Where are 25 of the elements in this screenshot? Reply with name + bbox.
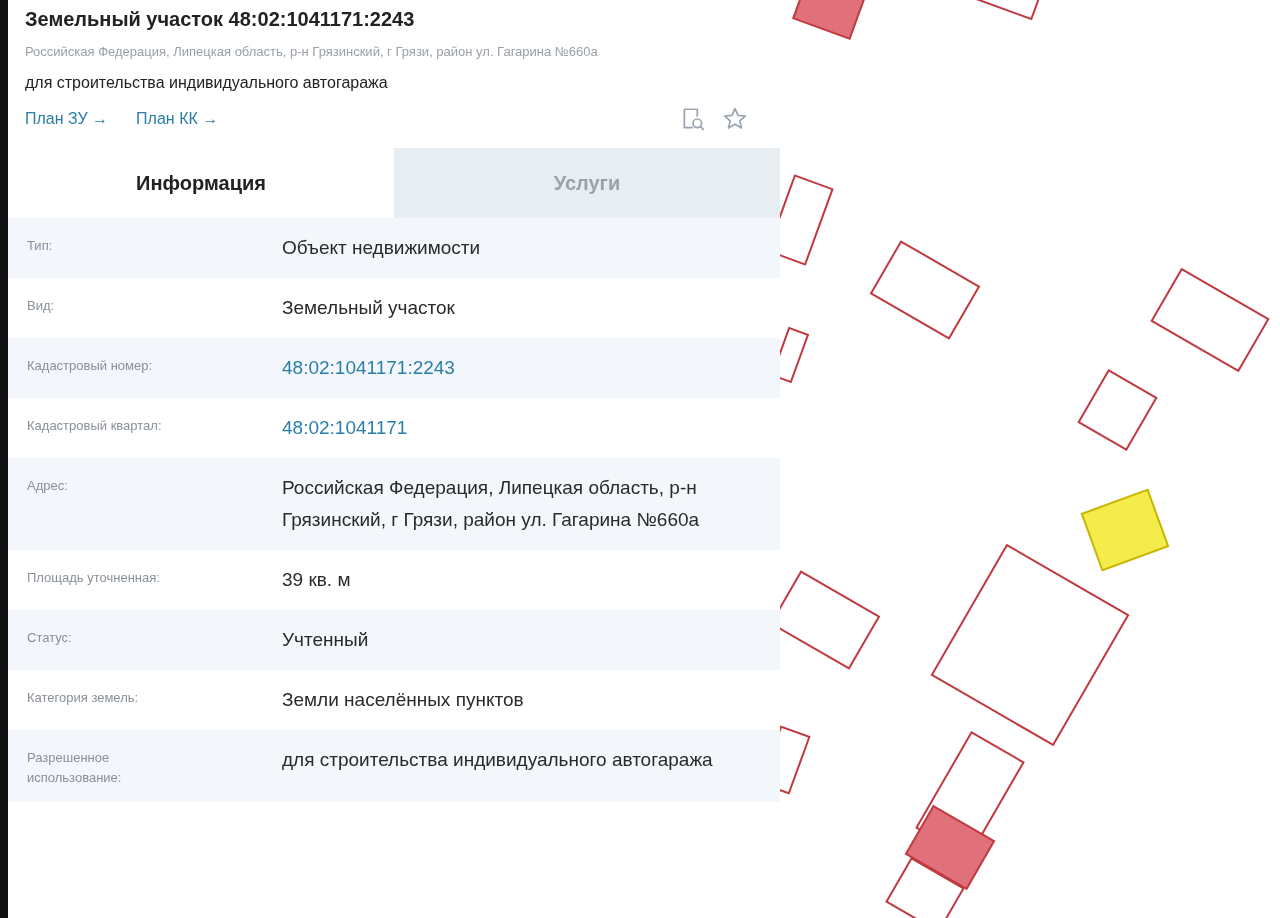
star-icon[interactable] — [722, 106, 748, 132]
field-label: Статус: — [27, 629, 73, 647]
field-label: Площадь уточненная: — [27, 569, 161, 587]
field-link[interactable]: 48:02:1041171 — [282, 412, 408, 444]
parcel-address: Российская Федерация, Липецкая область, р-н Грязинский, г Грязи, район ул. Гагарина №660а — [25, 43, 599, 60]
field-label: Кадастровый номер: — [27, 357, 154, 375]
field-value: 39 кв. м — [282, 568, 352, 592]
field-label: Адрес: — [27, 477, 69, 495]
field-label: Категория земель: — [27, 689, 140, 707]
field-label: Разрешенное использование: — [27, 749, 123, 787]
parcel-title: Земельный участок 48:02:1041171:2243 — [25, 8, 416, 31]
field-label: Вид: — [27, 297, 56, 315]
field-link[interactable]: 48:02:1041171:2243 — [282, 352, 455, 384]
field-value: для строительства индивидуального автогаража — [282, 748, 714, 772]
parcel-purpose: для строительства индивидуального автогаража — [25, 74, 389, 92]
field-value: Объект недвижимости — [282, 236, 482, 260]
field-label: Кадастровый квартал: — [27, 417, 163, 435]
field-value: Учтенный — [282, 628, 370, 652]
field-label: Тип: — [27, 237, 54, 255]
search-document-icon[interactable] — [680, 106, 706, 132]
field-value: Земли населённых пунктов — [282, 688, 525, 712]
field-value: Российская Федерация, Липецкая область, р-н Грязинский, г Грязи, район ул. Гагарина №660а — [282, 476, 701, 532]
plan-link[interactable]: План ЗУ → — [25, 110, 109, 128]
field-value: Земельный участок — [282, 296, 456, 320]
plan-link[interactable]: План КК → — [136, 110, 219, 128]
